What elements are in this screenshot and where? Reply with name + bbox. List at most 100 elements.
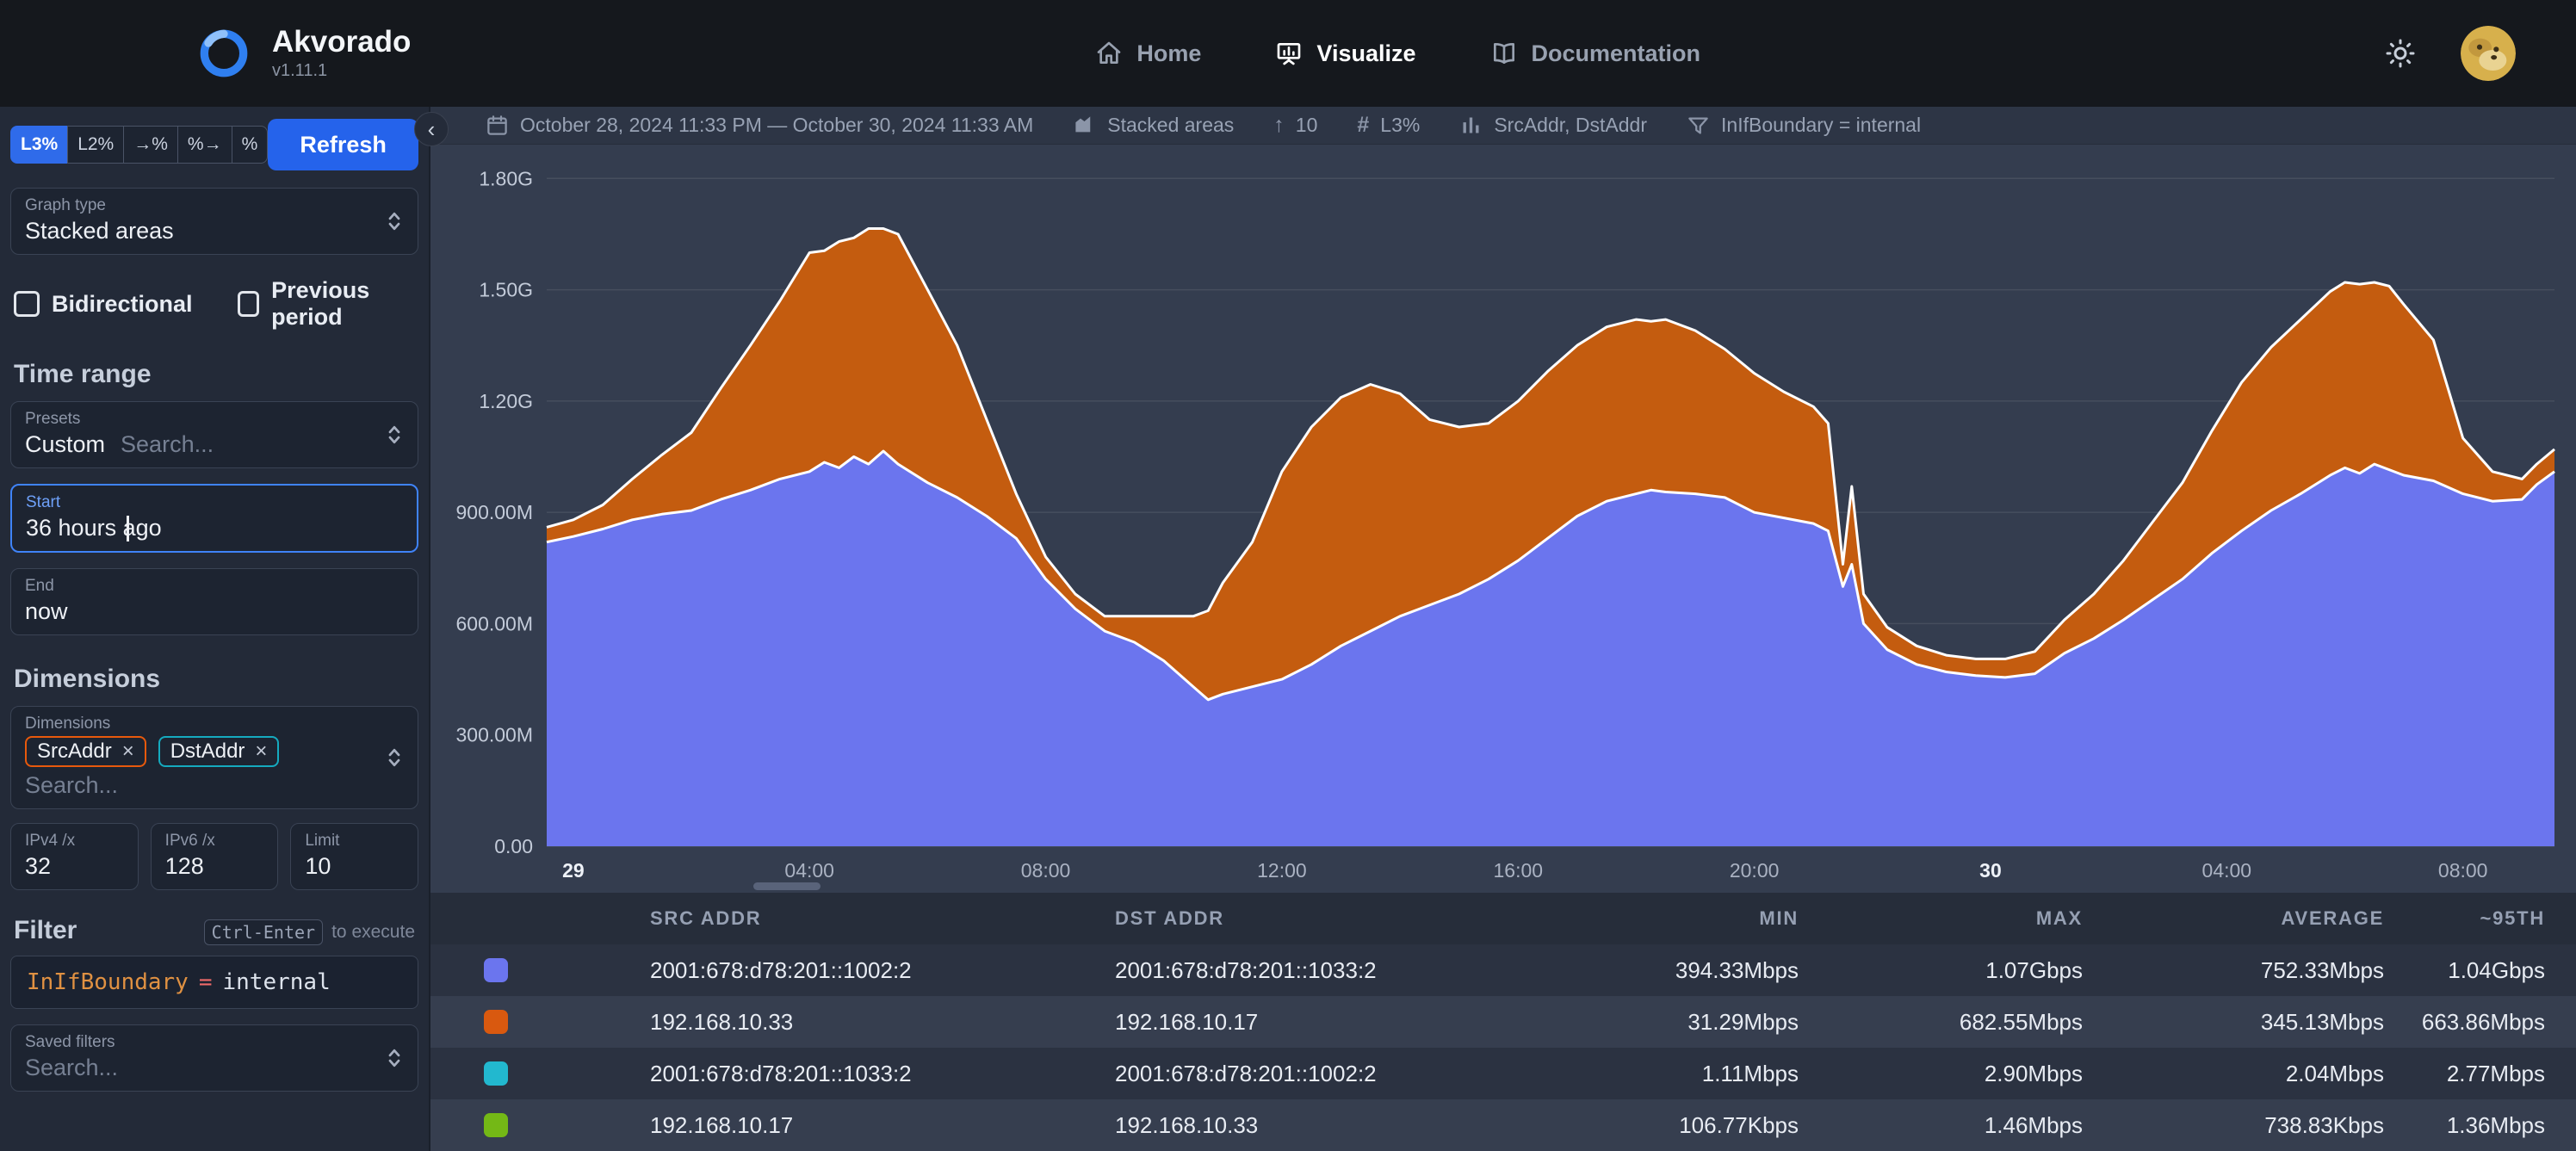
- cell-p95: 2.77Mbps: [2415, 1061, 2576, 1087]
- chevron-updown-icon: [381, 745, 407, 770]
- cell-p95: 663.86Mbps: [2415, 1009, 2576, 1036]
- cell-max: 682.55Mbps: [1830, 1009, 2114, 1036]
- table-header-row: Src Addr Dst Addr Min Max Average ~95th: [430, 893, 2576, 944]
- cell-max: 1.07Gbps: [1830, 957, 2114, 984]
- ctrl-enter-kbd: Ctrl-Enter: [204, 919, 323, 945]
- dimensions-heading: Dimensions: [14, 665, 415, 694]
- series-color-swatch: [484, 958, 508, 982]
- app-title: Akvorado: [272, 26, 411, 59]
- svg-text:29: 29: [562, 859, 585, 881]
- nav-item-label: Home: [1136, 40, 1201, 67]
- table-row: 192.168.10.17192.168.10.33106.77Kbps1.46…: [430, 1099, 2576, 1151]
- remove-tag-icon[interactable]: ×: [255, 741, 267, 762]
- cell-dst: 192.168.10.17: [1115, 1009, 1576, 1036]
- ipv4-prefix-input[interactable]: IPv4 /x 32: [10, 823, 139, 890]
- main-content: ‹ October 28, 2024 11:33 PM — October 30…: [430, 107, 2576, 1151]
- dimension-tag-dstaddr[interactable]: DstAddr ×: [158, 736, 280, 767]
- cell-dst: 2001:678:d78:201::1002:2: [1115, 1061, 1576, 1087]
- dimensions-select[interactable]: Dimensions SrcAddr × DstAddr × Search...: [10, 706, 418, 809]
- hash-icon: #: [1357, 114, 1369, 136]
- dimension-tag-srcaddr[interactable]: SrcAddr ×: [25, 736, 146, 767]
- nav-item-visualize[interactable]: Visualize: [1275, 40, 1415, 67]
- end-input[interactable]: End now: [10, 568, 418, 635]
- arrow-up-icon: ↑: [1273, 114, 1285, 136]
- saved-filters-select[interactable]: Saved filters Search...: [10, 1024, 418, 1092]
- table-row: 192.168.10.33192.168.10.1731.29Mbps682.5…: [430, 996, 2576, 1048]
- hscroll-thumb[interactable]: [753, 882, 820, 890]
- nav-item-documentation[interactable]: Documentation: [1490, 40, 1701, 67]
- unit-option-1[interactable]: L2%: [67, 126, 124, 164]
- top-navbar: Akvorado v1.11.1 Home Visualize Document…: [0, 0, 2576, 107]
- svg-text:16:00: 16:00: [1493, 859, 1543, 881]
- col-95th: ~95th: [2415, 907, 2576, 930]
- time-range-heading: Time range: [14, 360, 415, 389]
- nav-item-home[interactable]: Home: [1095, 40, 1201, 67]
- ipv6-prefix-input[interactable]: IPv6 /x 128: [151, 823, 279, 890]
- limit-value: 10: [305, 853, 404, 880]
- nav-item-label: Visualize: [1316, 40, 1415, 67]
- cell-avg: 738.83Kbps: [2114, 1112, 2415, 1139]
- akvorado-logo-icon: [196, 26, 251, 81]
- home-icon: [1095, 40, 1123, 67]
- unit-option-4[interactable]: %: [232, 126, 269, 164]
- filter-editor[interactable]: InIfBoundary=internal: [10, 956, 418, 1009]
- checkbox-box: [14, 291, 40, 317]
- traffic-chart[interactable]: 0.00300.00M600.00M900.00M1.20G1.50G1.80G…: [430, 145, 2576, 881]
- cell-p95: 1.04Gbps: [2415, 957, 2576, 984]
- col-dst-addr: Dst Addr: [1115, 907, 1576, 930]
- meta-dimensions: SrcAddr, DstAddr: [1459, 114, 1647, 137]
- chevron-updown-icon: [381, 422, 407, 448]
- ipv6-label: IPv6 /x: [165, 832, 264, 851]
- stacked-areas-icon: [1073, 114, 1096, 137]
- dimensions-label: Dimensions: [25, 715, 404, 733]
- funnel-icon: [1687, 114, 1710, 137]
- presets-label: Presets: [25, 410, 404, 429]
- presets-select[interactable]: Presets CustomSearch...: [10, 401, 418, 468]
- theme-toggle-sun-icon[interactable]: [2385, 38, 2416, 69]
- svg-text:08:00: 08:00: [2438, 859, 2488, 881]
- ipv6-value: 128: [165, 853, 264, 880]
- visualize-icon: [1275, 40, 1303, 67]
- cell-max: 1.46Mbps: [1830, 1112, 2114, 1139]
- col-average: Average: [2114, 907, 2415, 930]
- remove-tag-icon[interactable]: ×: [122, 741, 134, 762]
- tag-label: DstAddr: [170, 739, 245, 764]
- series-color-swatch: [484, 1010, 508, 1034]
- svg-text:30: 30: [1979, 859, 2002, 881]
- bidirectional-checkbox[interactable]: Bidirectional: [14, 277, 193, 331]
- bar-chart-icon: [1459, 114, 1483, 137]
- units-toggle: L3%L2%→%%→%: [10, 126, 268, 164]
- documentation-icon: [1490, 40, 1518, 67]
- graph-type-value: Stacked areas: [25, 218, 404, 244]
- meta-limit: ↑ 10: [1273, 114, 1317, 137]
- end-label: End: [25, 577, 404, 596]
- cell-max: 2.90Mbps: [1830, 1061, 2114, 1087]
- svg-text:1.80G: 1.80G: [479, 168, 533, 190]
- checkbox-label: Previous period: [271, 277, 415, 331]
- svg-text:600.00M: 600.00M: [455, 613, 533, 635]
- limit-input[interactable]: Limit 10: [290, 823, 418, 890]
- refresh-button[interactable]: Refresh: [268, 119, 418, 170]
- svg-text:20:00: 20:00: [1730, 859, 1780, 881]
- chart-hscroll: [430, 881, 2576, 893]
- unit-option-3[interactable]: %→: [177, 126, 232, 164]
- graph-type-select[interactable]: Graph type Stacked areas: [10, 188, 418, 255]
- cell-src: 2001:678:d78:201::1002:2: [650, 957, 1115, 984]
- filter-operator: =: [199, 969, 213, 995]
- series-color-swatch: [484, 1061, 508, 1086]
- collapse-sidebar-button[interactable]: ‹: [414, 112, 449, 146]
- user-avatar[interactable]: [2461, 26, 2516, 81]
- unit-option-2[interactable]: →%: [123, 126, 178, 164]
- flow-table: Src Addr Dst Addr Min Max Average ~95th …: [430, 893, 2576, 1151]
- checkbox-box: [238, 291, 260, 317]
- cell-src: 192.168.10.33: [650, 1009, 1115, 1036]
- options-sidebar: L3%L2%→%%→% Refresh Graph type Stacked a…: [0, 107, 430, 1151]
- unit-option-0[interactable]: L3%: [10, 126, 68, 164]
- brand: Akvorado v1.11.1: [196, 26, 411, 81]
- main-nav: Home Visualize Documentation: [411, 40, 2385, 67]
- svg-text:04:00: 04:00: [784, 859, 834, 881]
- previous-period-checkbox[interactable]: Previous period: [238, 277, 415, 331]
- flow-table-body: 2001:678:d78:201::1002:22001:678:d78:201…: [430, 944, 2576, 1151]
- cell-src: 192.168.10.17: [650, 1112, 1115, 1139]
- start-input[interactable]: Start 36 hours ago: [10, 484, 418, 553]
